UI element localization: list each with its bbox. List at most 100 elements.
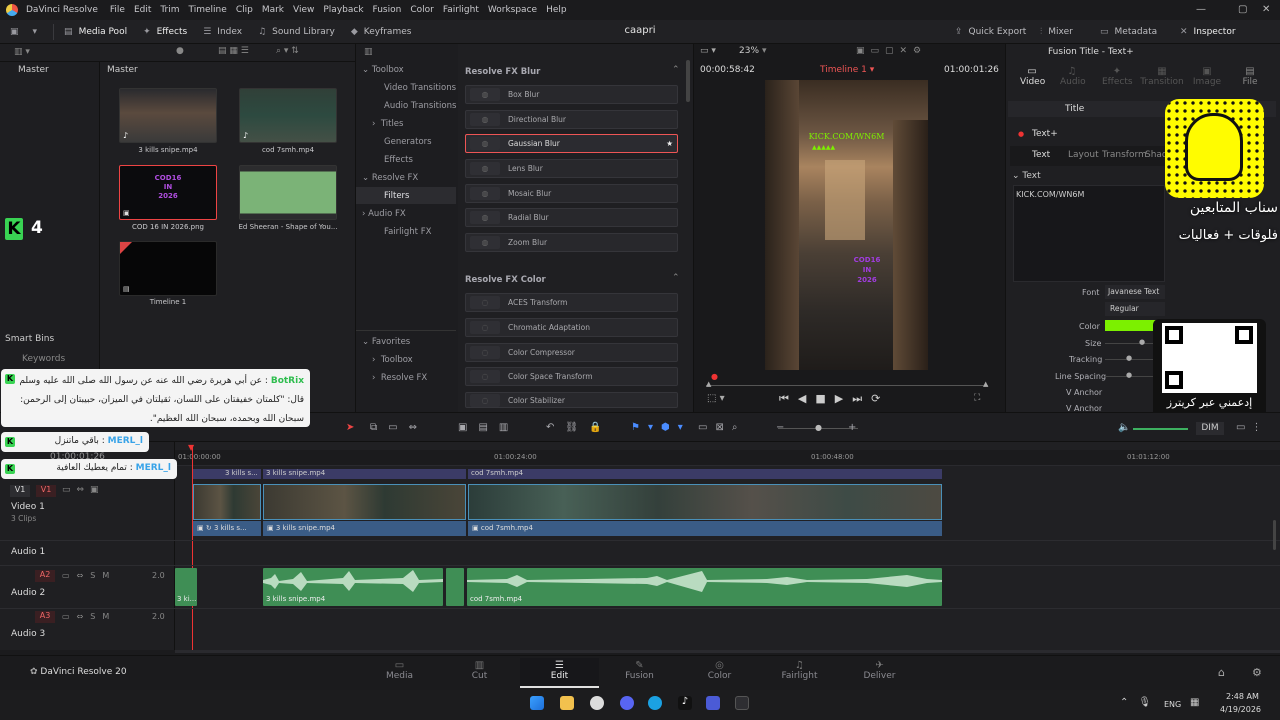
keywords-bin[interactable]: Keywords [22,354,65,364]
zoom-tools-icons[interactable]: ▭⊠⌕ [698,422,745,433]
maximize-icon[interactable]: ▢ [1238,4,1247,15]
timeline-options-icons[interactable]: ▭⋮ [1236,422,1267,433]
page-edit[interactable]: ☰ Edit [520,658,599,688]
effects-button[interactable]: ✦ Effects [143,27,187,37]
audio-clip-2b[interactable] [446,568,464,606]
timeline-vscroll[interactable] [1273,520,1276,550]
tiktok-icon[interactable]: ♪ [678,696,692,710]
clip-thumb-cod[interactable]: ♪ [239,88,337,143]
subtab-transform[interactable]: Transform [1102,150,1147,160]
text-section[interactable]: ⌄ Text [1012,171,1041,181]
tab-video[interactable]: ▭ Video [1020,66,1045,87]
view-icons[interactable]: ▤ ▦ ☰ [218,46,249,56]
metadata-button[interactable]: ▭ Metadata [1100,27,1157,37]
tab-image[interactable]: ▣ Image [1192,66,1222,87]
select-tool-icon[interactable]: ➤ [346,422,354,433]
fx-chromatic[interactable]: ◌ Chromatic Adaptation [465,318,678,337]
media-pool-button[interactable]: ▤ Media Pool [64,27,127,37]
thumb-size-slider[interactable]: ● [176,46,184,56]
close-icon[interactable]: ✕ [1262,4,1270,15]
color-swatch[interactable] [1105,320,1160,331]
bin-list-icon[interactable]: ▥ ▾ [14,47,30,57]
mixer-button[interactable]: ⫶ Mixer [1040,27,1073,37]
transport-controls[interactable]: ⏮◀■▶⏭⟳ [779,392,889,406]
panel-toggle-icon[interactable]: ▣ [10,27,25,37]
a3-controls[interactable]: ▭⇔SM [62,612,116,621]
audio-clip-1[interactable]: 3 ki... [175,568,197,606]
track-tools-icons[interactable]: ▭⇔▣ [62,485,105,495]
tab-file[interactable]: ▤ File [1238,66,1262,87]
clock-time[interactable]: 2:48 AM [1226,692,1259,701]
scrub-bar[interactable] [706,385,988,386]
app-icon[interactable] [706,696,720,710]
tracking-slider[interactable]: ● [1126,354,1132,362]
settings-gear-icon[interactable]: ⚙ [1252,666,1262,679]
insert-tools-icons[interactable]: ▣▤▥ [458,422,519,433]
clip-thumb-cod16[interactable]: COD16 IN 2026 ▣ [119,165,217,220]
home-icon[interactable]: ⌂ [1218,666,1225,679]
tab-transition[interactable]: ▦ Transition [1140,66,1184,87]
title-strip-2[interactable]: 3 kills snipe.mp4 [263,469,466,479]
line-spacing-slider[interactable]: ● [1126,371,1132,379]
tree-audio-fx[interactable]: › Audio FX [362,209,406,219]
menu-view[interactable]: View [293,5,314,15]
clock-date[interactable]: 4/19/2026 [1220,705,1261,714]
ruler[interactable]: 01:00:00:00 01:00:24:00 01:00:48:00 01:0… [175,450,1280,466]
volume-slider[interactable] [1133,428,1188,430]
menu-timeline[interactable]: Timeline [189,5,227,15]
snap-link-icons[interactable]: ↶⛓🔒 [546,422,613,433]
clip-thumb-3kills[interactable]: ♪ [119,88,217,143]
menu-edit[interactable]: Edit [134,5,151,15]
fx-gaussian-blur[interactable]: ◍ Gaussian Blur ★ [465,134,678,153]
flag-marker-icons[interactable]: ⚑▾⬢▾ [631,422,691,433]
video-clip-2[interactable] [263,484,466,520]
quick-export-button[interactable]: ⇪ Quick Export [955,27,1026,37]
edge-icon[interactable] [648,696,662,710]
size-slider[interactable]: ● [1139,338,1145,346]
fx-compressor[interactable]: ◌ Color Compressor [465,343,678,362]
tray-icons[interactable]: ⌃🎙 [1120,697,1161,708]
tree-toolbox[interactable]: ⌄ Toolbox [362,65,404,75]
inspector-button[interactable]: ✕ Inspector [1180,27,1236,37]
tree-fairlight-fx[interactable]: Fairlight FX [384,227,431,237]
edit-tools-icons[interactable]: ⧉▭⇔ [370,422,428,433]
menu-file[interactable]: File [110,5,125,15]
sound-library-button[interactable]: ♫ Sound Library [258,27,335,37]
fx-lens-blur[interactable]: ◍ Lens Blur [465,159,678,178]
v1-source[interactable]: V1 [10,485,30,497]
menu-help[interactable]: Help [546,5,567,15]
playhead-marker-icon[interactable]: ● [711,372,718,381]
minimize-icon[interactable]: — [1196,4,1206,15]
fx-box-blur[interactable]: ◍ Box Blur [465,85,678,104]
tab-audio[interactable]: ♫ Audio [1060,66,1086,87]
video-clip-3[interactable] [468,484,942,520]
timeline-hscroll[interactable] [175,650,1280,653]
panel-icon[interactable]: ▥ [364,47,373,57]
zoom-slider-knob[interactable]: ● [815,423,822,432]
title-strip-3[interactable]: cod 7smh.mp4 [468,469,942,479]
tree-filters[interactable]: Filters [356,187,456,204]
tree-favorites[interactable]: ⌄ Favorites [362,337,410,347]
a2-controls[interactable]: ▭⇔SM [62,571,116,580]
viewer-tools-icons[interactable]: ▣▭▢✕⚙ [856,46,927,56]
chrome-icon[interactable] [590,696,604,710]
viewer-mode-icon[interactable]: ▭ ▾ [700,46,716,56]
page-cut[interactable]: ▥ Cut [440,658,519,688]
fx-stabilizer[interactable]: ◌ Color Stabilizer [465,392,678,408]
font-select[interactable]: Javanese Text [1105,285,1165,299]
tree-resolve-fx[interactable]: ⌄ Resolve FX [362,173,418,183]
fx-mosaic-blur[interactable]: ◍ Mosaic Blur [465,184,678,203]
effects-scrollbar[interactable] [686,60,690,102]
fav-toolbox[interactable]: › Toolbox [372,355,413,365]
bin-master[interactable]: Master [18,65,49,75]
page-color[interactable]: ◎ Color [680,658,759,688]
page-deliver[interactable]: ✈ Deliver [840,658,919,688]
file-explorer-icon[interactable] [560,696,574,710]
a2-dest[interactable]: A2 [35,570,55,582]
page-media[interactable]: ▭ Media [360,658,439,688]
style-select[interactable]: Regular [1105,302,1165,316]
collapse-icon[interactable]: ⌃ [672,273,680,283]
collapse-icon[interactable]: ⌃ [672,65,680,75]
node-enable-icon[interactable]: ● [1018,130,1024,138]
viewer-frame[interactable]: KICK.COM/WN6M ▲▲▲▲▲ COD16 IN 2026 [765,80,928,370]
